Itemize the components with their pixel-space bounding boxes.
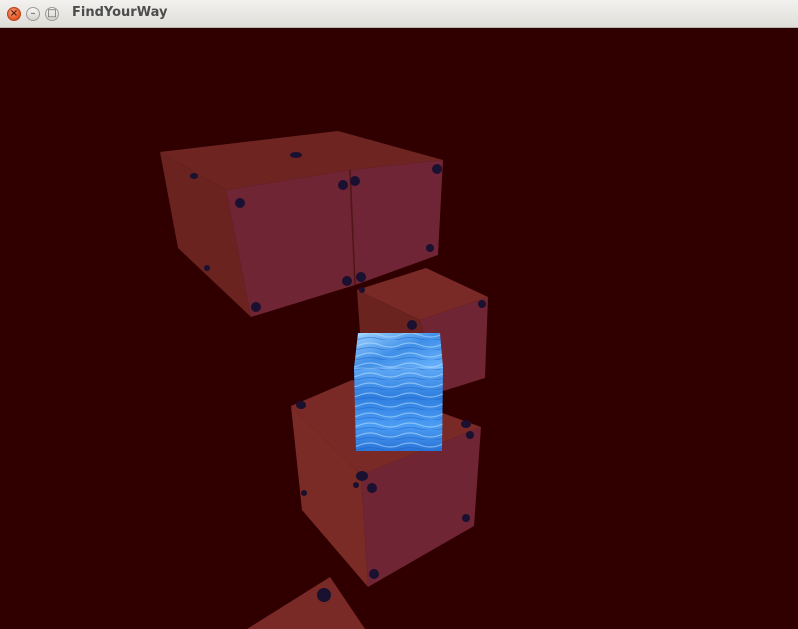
game-viewport[interactable]: [0, 28, 798, 629]
bottom-block: [247, 577, 365, 629]
upper-block-right: [350, 160, 443, 285]
player-water-cube: [354, 333, 443, 451]
scene-canvas: [160, 131, 488, 629]
